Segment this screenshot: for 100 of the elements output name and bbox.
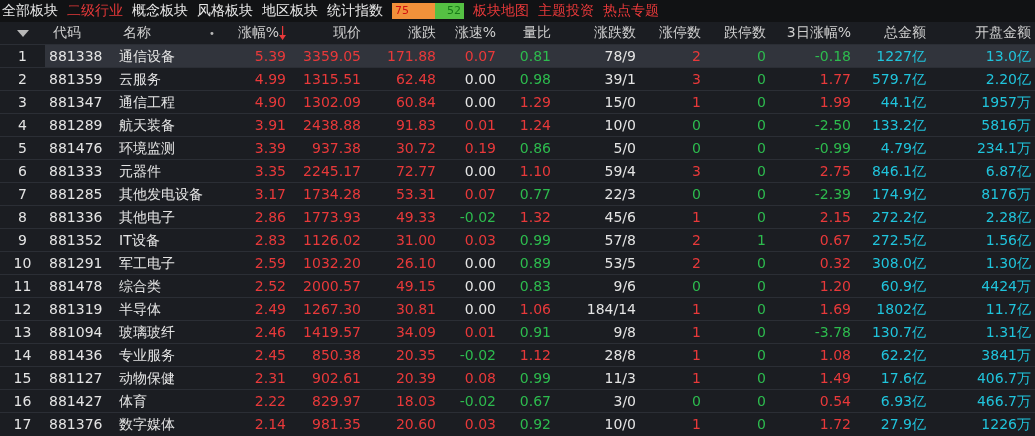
table-row[interactable]: 2 881359 云服务 4.99 1315.51 62.48 0.00 0.98 39/1 3 0 1.77 579.7亿 2.20亿 <box>0 67 1035 90</box>
table-cell-text: 0 <box>756 369 767 388</box>
column-header[interactable]: 名称 <box>123 24 151 42</box>
column-header[interactable]: 总金额 <box>884 24 926 42</box>
table-cell-text: 18.03 <box>394 392 437 411</box>
table-cell-text: 881476 <box>48 139 104 158</box>
table-row[interactable]: 1 881338 通信设备 5.39 3359.05 171.88 0.07 0.81 78/9 2 0 -0.18 1227亿 13.0亿 <box>0 44 1035 67</box>
column-header[interactable]: 现价 <box>333 24 361 42</box>
table-cell-text: 1 <box>691 208 702 227</box>
table-cell-text: 30.72 <box>394 139 437 158</box>
table-cell-text: 10/0 <box>603 116 637 135</box>
table-cell: 3359.05 <box>290 45 365 67</box>
table-row[interactable]: 7 881285 其他发电设备 3.17 1734.28 53.31 0.07 0.77 22/3 0 0 -2.39 174.9亿 8176万 <box>0 182 1035 205</box>
table-row[interactable]: 14 881436 专业服务 2.45 850.38 20.35 -0.02 1.12 28/8 1 0 1.08 62.2亿 3841万 <box>0 343 1035 366</box>
table-cell-text: 0 <box>756 323 767 342</box>
table-cell-text: 1 <box>691 93 702 112</box>
table-cell-text: 308.0亿 <box>870 254 927 273</box>
category-tab[interactable]: 二级行业 <box>67 2 123 20</box>
table-cell-text: 2.49 <box>253 300 287 319</box>
table-cell-text: 881291 <box>48 254 104 273</box>
table-cell-text: 1.06 <box>518 300 552 319</box>
table-cell-text: 579.7亿 <box>870 70 927 89</box>
table-cell-text: 1802亿 <box>875 300 927 319</box>
table-cell-text: 0.98 <box>518 70 552 89</box>
table-cell-text: 3 <box>691 70 702 89</box>
feature-link[interactable]: 主题投资 <box>538 2 594 20</box>
table-cell-text: 1 <box>691 346 702 365</box>
table-cell-text: 9/8 <box>612 323 637 342</box>
table-row[interactable]: 11 881478 综合类 2.52 2000.57 49.15 0.00 0.83 9/6 0 0 1.20 60.9亿 4424万 <box>0 274 1035 297</box>
table-cell-text: 2000.57 <box>302 277 362 296</box>
table-row[interactable]: 5 881476 环境监测 3.39 937.38 30.72 0.19 0.86 5/0 0 0 -0.99 4.79亿 234.1万 <box>0 136 1035 159</box>
table-row[interactable]: 6 881333 元器件 3.35 2245.17 72.77 0.00 1.10 59/4 3 0 2.75 846.1亿 6.87亿 <box>0 159 1035 182</box>
table-cell-text: 环境监测 <box>118 139 176 158</box>
column-header[interactable]: 涨跌 <box>408 24 436 42</box>
table-cell-text: 0.00 <box>463 254 497 273</box>
rising-count: 75 <box>392 3 435 19</box>
table-cell-text: 0 <box>691 116 702 135</box>
table-row[interactable]: 12 881319 半导体 2.49 1267.30 30.81 0.00 1.06 184/14 1 0 1.69 1802亿 11.7亿 <box>0 297 1035 320</box>
table-cell-text: 881336 <box>48 208 104 227</box>
column-header[interactable]: 涨停数 <box>659 24 701 42</box>
table-cell-text: 133.2亿 <box>870 116 927 135</box>
table-cell-text: 1.29 <box>518 93 552 112</box>
table-cell-text: 1315.51 <box>302 70 362 89</box>
category-tab[interactable]: 风格板块 <box>197 2 253 20</box>
table-cell-text: 881427 <box>48 392 104 411</box>
column-header[interactable]: 涨跌数 <box>594 24 636 42</box>
table-cell-text: 850.38 <box>311 346 362 365</box>
table-cell-text: 8 <box>17 208 28 227</box>
table-cell-text: 0 <box>691 277 702 296</box>
table-cell: 78/9 <box>555 45 640 67</box>
table-cell-text: 4 <box>17 116 28 135</box>
column-header[interactable]: 3日涨幅% <box>786 24 851 42</box>
table-cell-text: 体育 <box>118 392 148 411</box>
table-cell-text: 1.72 <box>818 415 852 434</box>
table-cell-text: 通信工程 <box>118 93 176 112</box>
feature-link[interactable]: 板块地图 <box>473 2 529 20</box>
category-tab[interactable]: 概念板块 <box>132 2 188 20</box>
table-cell-text: 9 <box>17 231 28 250</box>
table-row[interactable]: 3 881347 通信工程 4.90 1302.09 60.84 0.00 1.29 15/0 1 0 1.99 44.1亿 1957万 <box>0 90 1035 113</box>
table-row[interactable]: 9 881352 IT设备 2.83 1126.02 31.00 0.03 0.99 57/8 2 1 0.67 272.5亿 1.56亿 <box>0 228 1035 251</box>
column-header[interactable]: 量比 <box>523 24 551 42</box>
table-cell-text: 7 <box>17 185 28 204</box>
table-row[interactable]: 17 881376 数字媒体 2.14 981.35 20.60 0.03 0.92 10/0 1 0 1.72 27.9亿 1226万 <box>0 412 1035 435</box>
table-cell: 0 <box>705 45 770 67</box>
table-cell-text: 专业服务 <box>118 346 176 365</box>
column-header[interactable]: 跌停数 <box>724 24 766 42</box>
table-cell-text: 0.89 <box>518 254 552 273</box>
table-cell-text: 53.31 <box>394 185 437 204</box>
table-cell-text: 2438.88 <box>302 116 362 135</box>
table-cell-text: 1 <box>756 231 767 250</box>
dropdown-icon[interactable] <box>16 29 29 37</box>
column-header[interactable]: 开盘金额 <box>975 24 1031 42</box>
table-cell-text: 4.79亿 <box>879 139 927 158</box>
category-tab[interactable]: 地区板块 <box>262 2 318 20</box>
table-row[interactable]: 13 881094 玻璃玻纤 2.46 1419.57 34.09 0.01 0.91 9/8 1 0 -3.78 130.7亿 1.31亿 <box>0 320 1035 343</box>
table-cell-text: 4.90 <box>253 93 287 112</box>
table-cell-text: -2.39 <box>813 185 852 204</box>
table-cell-text: 846.1亿 <box>870 162 927 181</box>
table-row[interactable]: 4 881289 航天装备 3.91 2438.88 91.83 0.01 1.24 10/0 0 0 -2.50 133.2亿 5816万 <box>0 113 1035 136</box>
table-row[interactable]: 15 881127 动物保健 2.31 902.61 20.39 0.08 0.99 11/3 1 0 1.49 17.6亿 406.7万 <box>0 366 1035 389</box>
table-cell-text: 1.32 <box>518 208 552 227</box>
table-cell-text: 1.12 <box>518 346 552 365</box>
table-row[interactable]: 16 881427 体育 2.22 829.97 18.03 -0.02 0.67 3/0 0 0 0.54 6.93亿 466.7万 <box>0 389 1035 412</box>
column-header[interactable]: 涨幅% <box>237 24 279 42</box>
table-cell-text: 其他电子 <box>118 208 176 227</box>
table-cell-text: 62.48 <box>394 70 437 89</box>
table-row[interactable]: 10 881291 军工电子 2.59 1032.20 26.10 0.00 0.89 53/5 2 0 0.32 308.0亿 1.30亿 <box>0 251 1035 274</box>
feature-link[interactable]: 热点专题 <box>603 2 659 20</box>
table-cell: 0.81 <box>500 45 555 67</box>
table-cell-text: 49.33 <box>394 208 437 227</box>
column-header[interactable]: 代码 <box>53 24 81 42</box>
table-cell-text: 881094 <box>48 323 104 342</box>
table-cell-text: 881436 <box>48 346 104 365</box>
table-cell-text: 829.97 <box>311 392 362 411</box>
table-row[interactable]: 8 881336 其他电子 2.86 1773.93 49.33 -0.02 1.32 45/6 1 0 2.15 272.2亿 2.28亿 <box>0 205 1035 228</box>
table-cell-text: 军工电子 <box>118 254 176 273</box>
column-header[interactable]: 涨速% <box>454 24 496 42</box>
category-tab[interactable]: 全部板块 <box>2 2 58 20</box>
category-tab[interactable]: 统计指数 <box>327 2 383 20</box>
table-cell-text: 8176万 <box>980 185 1032 204</box>
